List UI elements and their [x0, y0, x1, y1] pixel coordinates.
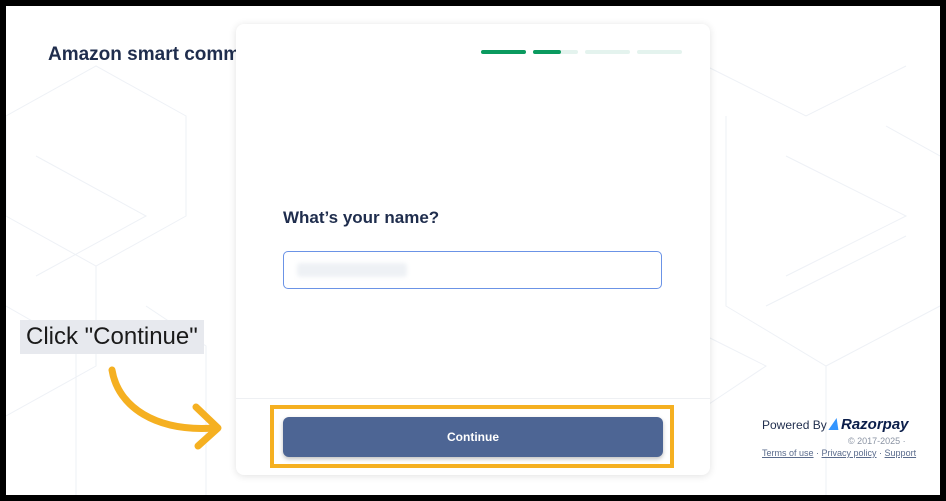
progress-segment-3	[585, 50, 630, 54]
link-separator: ·	[813, 448, 822, 458]
link-separator: ·	[876, 448, 885, 458]
page-frame: Amazon smart comm What’s your name? Cont…	[6, 6, 940, 495]
privacy-link[interactable]: Privacy policy	[822, 448, 877, 458]
razorpay-mark-icon	[828, 418, 842, 430]
name-input-redacted	[297, 263, 407, 277]
continue-highlight-box	[270, 405, 674, 468]
support-link[interactable]: Support	[885, 448, 917, 458]
razorpay-brand: Razorpay	[841, 416, 909, 433]
progress-segment-4	[637, 50, 682, 54]
name-question: What’s your name?	[283, 208, 440, 227]
terms-link[interactable]: Terms of use	[762, 448, 814, 458]
progress-indicator	[481, 50, 682, 54]
instruction-callout: Click "Continue"	[20, 320, 204, 354]
copyright-text: © 2017-2025 ·	[848, 436, 906, 446]
arrow-icon	[108, 366, 222, 450]
footer-links: Terms of use · Privacy policy · Support	[762, 448, 916, 458]
progress-segment-2-fill	[533, 50, 561, 54]
progress-segment-1	[481, 50, 526, 54]
razorpay-logo: Razorpay	[828, 416, 909, 433]
progress-segment-2	[533, 50, 578, 54]
powered-by-label: Powered By	[762, 418, 827, 432]
footer-divider	[236, 398, 710, 399]
background-title: Amazon smart comm	[48, 44, 241, 65]
